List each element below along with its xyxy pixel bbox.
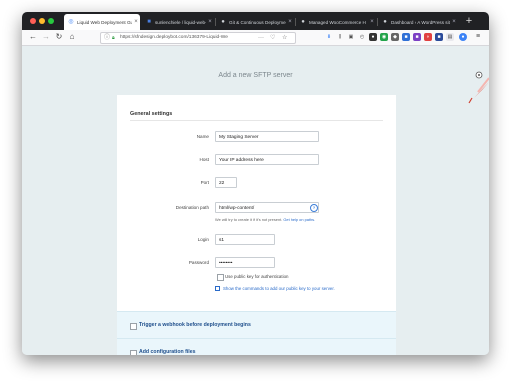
webhook-checkbox[interactable] xyxy=(130,323,137,330)
tab-sunlenchiele[interactable]: ■ sunlenchiele / liquid-web- × xyxy=(142,14,214,30)
close-tab-icon[interactable]: × xyxy=(132,19,140,25)
tab-title: sunlenchiele / liquid-web- xyxy=(155,19,206,25)
browser-toolbar: ← → ↻ ⌂ ⓘ 🔒︎ https://sfndesign.deploybot… xyxy=(22,30,489,46)
tab-bar: ◎ Liquid Web Deployment Gu × ■ sunlenchi… xyxy=(22,12,489,30)
lock-icon: 🔒︎ xyxy=(112,35,115,41)
webhook-section-label: Trigger a webhook before deployment begi… xyxy=(139,322,251,328)
forward-icon[interactable]: → xyxy=(41,32,51,42)
extension-navy-icon[interactable]: ■ xyxy=(435,33,443,41)
port-input[interactable]: 22 xyxy=(215,177,237,188)
webhook-section[interactable]: Trigger a webhook before deployment begi… xyxy=(117,311,396,339)
host-label: Host xyxy=(199,157,209,162)
help-paths-link[interactable]: Get help on paths. xyxy=(283,217,315,222)
tab-title: Liquid Web Deployment Gu xyxy=(77,19,132,25)
page-title: Add a new SFTP server xyxy=(218,72,293,79)
port-label: Port xyxy=(200,180,209,185)
extension-gray-icon[interactable]: ◆ xyxy=(391,33,399,41)
server-form-card: General settings Name My Staging Server … xyxy=(117,95,396,355)
close-tab-icon[interactable]: × xyxy=(206,19,214,25)
config-files-checkbox[interactable] xyxy=(130,350,137,355)
page-actions-icon[interactable]: ··· xyxy=(258,33,264,43)
droplet-icon: ● xyxy=(383,19,387,25)
tab-managed-woocommerce[interactable]: ● Managed WooCommerce H × xyxy=(296,14,376,30)
download-icon[interactable]: ⬇ xyxy=(325,33,333,41)
public-key-checkbox[interactable] xyxy=(217,274,224,281)
extension-green-icon[interactable]: ◉ xyxy=(380,33,388,41)
home-icon[interactable]: ⌂ xyxy=(67,32,77,42)
maximize-window-button[interactable] xyxy=(48,18,54,24)
droplet-icon: ● xyxy=(221,19,225,25)
extension-light-icon[interactable]: ▤ xyxy=(446,33,454,41)
extension-purple-icon[interactable]: ■ xyxy=(413,33,421,41)
host-input[interactable]: Your IP address here xyxy=(215,154,319,165)
extension-dark-icon[interactable]: ● xyxy=(369,33,377,41)
droplet-icon: ● xyxy=(301,19,305,25)
close-tab-icon[interactable]: × xyxy=(286,19,294,25)
show-commands-text: Show the commands to add our public key … xyxy=(223,286,335,291)
menu-icon[interactable]: ≡ xyxy=(474,33,482,41)
public-key-checkbox-label: Use public key for authentication xyxy=(225,274,289,279)
rocket-illustration xyxy=(468,71,489,104)
tab-liquid-web-guide[interactable]: ◎ Liquid Web Deployment Gu × xyxy=(64,14,140,30)
tab-git-continuous[interactable]: ● Git & Continuous Deployme × xyxy=(216,14,294,30)
expand-icon xyxy=(215,286,220,292)
back-icon[interactable]: ← xyxy=(28,32,38,42)
tab-dashboard[interactable]: ● Dashboard ‹ A WordPress site × xyxy=(378,14,458,30)
close-window-button[interactable] xyxy=(30,18,36,24)
tab-title: Dashboard ‹ A WordPress site xyxy=(391,19,450,25)
destination-hint: We will try to create it if it's not pre… xyxy=(215,217,315,222)
login-label: Login xyxy=(197,237,209,242)
account-icon[interactable]: ● xyxy=(459,33,467,41)
destination-path-label: Destination path xyxy=(175,205,209,210)
tab-title: Managed WooCommerce H xyxy=(309,19,366,25)
address-bar[interactable]: ⓘ 🔒︎ https://sfndesign.deploybot.com/136… xyxy=(100,32,296,44)
divider xyxy=(130,120,383,121)
destination-path-input[interactable]: html/wp-content/ xyxy=(215,202,319,213)
password-input[interactable]: •••••••• xyxy=(215,257,275,268)
bookmark-icon: ■ xyxy=(147,19,151,25)
name-input[interactable]: My Staging Server xyxy=(215,131,319,142)
password-label: Password xyxy=(188,260,209,265)
config-files-section-label: Add configuration files xyxy=(139,349,196,355)
login-input[interactable]: s1 xyxy=(215,234,275,245)
hint-text: We will try to create it if it's not pre… xyxy=(215,217,283,222)
info-icon[interactable]: ⓘ xyxy=(104,34,110,42)
section-title: General settings xyxy=(130,111,173,117)
minimize-window-button[interactable] xyxy=(39,18,45,24)
sidebar-icon[interactable]: ▣ xyxy=(347,33,355,41)
config-files-section[interactable]: Add configuration files xyxy=(117,338,396,355)
tab-title: Git & Continuous Deployme xyxy=(229,19,286,25)
name-label: Name xyxy=(196,134,209,139)
url-text[interactable]: https://sfndesign.deploybot.com/136379-L… xyxy=(120,33,258,43)
show-commands-link[interactable]: Show the commands to add our public key … xyxy=(215,286,335,292)
pocket-icon[interactable]: ♡ xyxy=(270,33,275,43)
extension-red-icon[interactable]: ◗ xyxy=(424,33,432,41)
reload-icon[interactable]: ↻ xyxy=(54,32,64,42)
extension-blue-icon[interactable]: ■ xyxy=(402,33,410,41)
bookmark-star-icon[interactable]: ☆ xyxy=(282,33,287,43)
new-tab-button[interactable]: + xyxy=(462,14,476,28)
close-tab-icon[interactable]: × xyxy=(450,19,458,25)
screenshot-icon[interactable]: ◴ xyxy=(358,33,366,41)
page-content: Add a new SFTP server General settings N… xyxy=(22,46,489,355)
browser-window: ◎ Liquid Web Deployment Gu × ■ sunlenchi… xyxy=(22,12,489,355)
close-tab-icon[interactable]: × xyxy=(368,19,376,25)
help-icon[interactable]: ? xyxy=(310,204,318,212)
library-icon[interactable]: ⫼ xyxy=(336,33,344,41)
globe-icon: ◎ xyxy=(68,19,74,25)
